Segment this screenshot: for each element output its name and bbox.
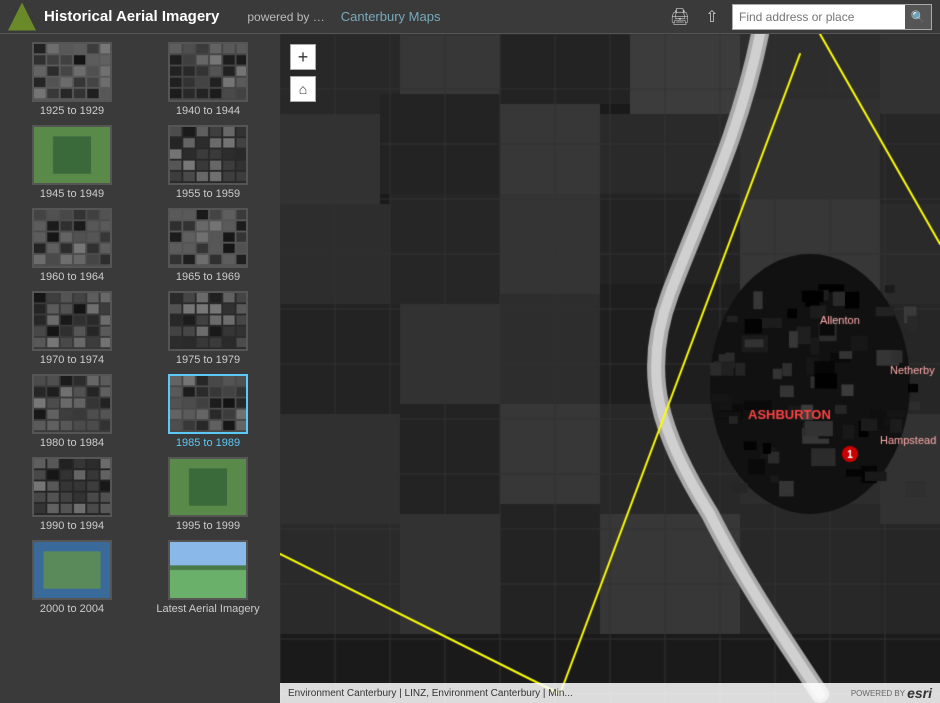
search-box: 🔍 [732, 4, 932, 30]
era-label-1925-1929: 1925 to 1929 [40, 105, 104, 117]
esri-powered-text: POWERED BY [851, 689, 905, 698]
era-canvas-1925-1929 [34, 44, 110, 100]
era-label-1985-1989: 1985 to 1989 [176, 437, 240, 449]
era-thumb-1965-1969 [168, 208, 248, 268]
era-item-1925-1929[interactable]: 1925 to 1929 [8, 42, 136, 117]
era-grid: 1925 to 1929 1940 to 1944 1945 to 1949 1955… [8, 42, 272, 615]
era-item-1990-1994[interactable]: 1990 to 1994 [8, 457, 136, 532]
era-item-1970-1974[interactable]: 1970 to 1974 [8, 291, 136, 366]
era-label-1965-1969: 1965 to 1969 [176, 271, 240, 283]
era-item-1980-1984[interactable]: 1980 to 1984 [8, 374, 136, 449]
era-canvas-1990-1994 [34, 459, 110, 515]
era-label-1960-1964: 1960 to 1964 [40, 271, 104, 283]
era-canvas-1975-1979 [170, 293, 246, 349]
esri-logo: POWERED BY esri [851, 685, 932, 701]
era-label-1945-1949: 1945 to 1949 [40, 188, 104, 200]
era-item-1965-1969[interactable]: 1965 to 1969 [144, 208, 272, 283]
era-canvas-1960-1964 [34, 210, 110, 266]
app-header: Historical Aerial Imagery powered by … C… [0, 0, 940, 34]
era-item-latest[interactable]: Latest Aerial Imagery [144, 540, 272, 615]
era-thumb-1925-1929 [32, 42, 112, 102]
sidebar: 1925 to 1929 1940 to 1944 1945 to 1949 1955… [0, 34, 280, 703]
era-canvas-1970-1974 [34, 293, 110, 349]
era-item-1960-1964[interactable]: 1960 to 1964 [8, 208, 136, 283]
era-canvas-1945-1949 [34, 127, 110, 183]
era-thumb-1970-1974 [32, 291, 112, 351]
era-item-1945-1949[interactable]: 1945 to 1949 [8, 125, 136, 200]
search-input[interactable] [733, 5, 905, 29]
home-button[interactable]: ⌂ [290, 76, 316, 102]
app-logo-icon [8, 3, 36, 31]
esri-logo-text: esri [907, 685, 932, 701]
era-thumb-1955-1959 [168, 125, 248, 185]
era-thumb-1995-1999 [168, 457, 248, 517]
era-label-1975-1979: 1975 to 1979 [176, 354, 240, 366]
era-thumb-1985-1989 [168, 374, 248, 434]
era-thumb-2000-2004 [32, 540, 112, 600]
era-item-1995-1999[interactable]: 1995 to 1999 [144, 457, 272, 532]
zoom-in-button[interactable]: + [290, 44, 316, 70]
era-item-1940-1944[interactable]: 1940 to 1944 [144, 42, 272, 117]
era-label-2000-2004: 2000 to 2004 [40, 603, 104, 615]
era-label-1995-1999: 1995 to 1999 [176, 520, 240, 532]
era-thumb-1990-1994 [32, 457, 112, 517]
map-canvas [280, 34, 940, 703]
canterbury-maps-link[interactable]: Canterbury Maps [341, 9, 441, 24]
era-thumb-1960-1964 [32, 208, 112, 268]
era-canvas-2000-2004 [34, 542, 110, 598]
map-area: + ⌂ Environment Canterbury | LINZ, Envir… [280, 34, 940, 703]
app-title: Historical Aerial Imagery [44, 8, 219, 25]
print-icon[interactable]: 🖨 [668, 5, 692, 29]
powered-by-label: powered by … [247, 10, 324, 24]
era-canvas-1940-1944 [170, 44, 246, 100]
share-icon[interactable]: ⇧ [700, 5, 724, 29]
attribution-text: Environment Canterbury | LINZ, Environme… [288, 688, 573, 699]
era-label-1980-1984: 1980 to 1984 [40, 437, 104, 449]
era-item-1985-1989[interactable]: 1985 to 1989 [144, 374, 272, 449]
era-item-2000-2004[interactable]: 2000 to 2004 [8, 540, 136, 615]
map-attribution: Environment Canterbury | LINZ, Environme… [280, 683, 940, 703]
era-label-1990-1994: 1990 to 1994 [40, 520, 104, 532]
main-content: 1925 to 1929 1940 to 1944 1945 to 1949 1955… [0, 34, 940, 703]
era-thumb-1980-1984 [32, 374, 112, 434]
era-canvas-1965-1969 [170, 210, 246, 266]
era-canvas-1955-1959 [170, 127, 246, 183]
era-thumb-1975-1979 [168, 291, 248, 351]
era-canvas-latest [170, 542, 246, 598]
search-button[interactable]: 🔍 [905, 5, 931, 29]
era-label-1970-1974: 1970 to 1974 [40, 354, 104, 366]
era-thumb-1945-1949 [32, 125, 112, 185]
era-item-1955-1959[interactable]: 1955 to 1959 [144, 125, 272, 200]
era-label-latest: Latest Aerial Imagery [156, 603, 259, 615]
era-canvas-1980-1984 [34, 376, 110, 432]
era-label-1940-1944: 1940 to 1944 [176, 105, 240, 117]
era-item-1975-1979[interactable]: 1975 to 1979 [144, 291, 272, 366]
era-canvas-1985-1989 [170, 376, 246, 432]
era-thumb-latest [168, 540, 248, 600]
era-label-1955-1959: 1955 to 1959 [176, 188, 240, 200]
era-thumb-1940-1944 [168, 42, 248, 102]
era-canvas-1995-1999 [170, 459, 246, 515]
